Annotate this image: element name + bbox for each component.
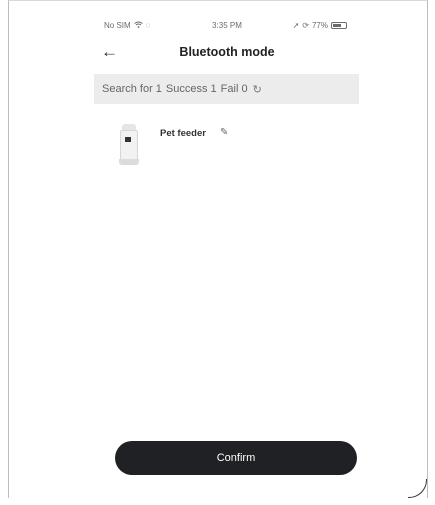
phone-screen: No SIM ◌ 3:35 PM ➚ ⟳ 77% ← Bluetooth mod… [87, 16, 367, 491]
device-list-item[interactable]: Pet feeder ✎ [115, 120, 345, 180]
location-icon: ➚ [292, 21, 300, 30]
navigation-bar: ← Bluetooth mode [87, 40, 367, 66]
refresh-icon[interactable]: ↻ [253, 83, 262, 96]
frame-corner [408, 479, 427, 498]
pet-feeder-image [119, 124, 139, 166]
confirm-button-label: Confirm [216, 452, 256, 464]
status-bar-right: ➚ ⟳ 77% [293, 21, 347, 30]
status-bar: No SIM ◌ 3:35 PM ➚ ⟳ 77% [87, 16, 367, 36]
search-count-label: Search for 1 [102, 83, 162, 95]
search-summary-bar: Search for 1 Success 1 Fail 0 ↻ [94, 74, 359, 104]
fail-count-label: Fail 0 [220, 83, 248, 95]
lock-rotation-icon: ⟳ [302, 21, 309, 30]
battery-icon [331, 22, 347, 29]
battery-percent: 77% [311, 21, 328, 30]
device-name: Pet feeder [160, 128, 206, 139]
confirm-button[interactable]: Confirm [115, 441, 357, 475]
pencil-icon[interactable]: ✎ [220, 127, 228, 138]
page-title: Bluetooth mode [179, 45, 275, 59]
success-count-label: Success 1 [165, 83, 217, 95]
